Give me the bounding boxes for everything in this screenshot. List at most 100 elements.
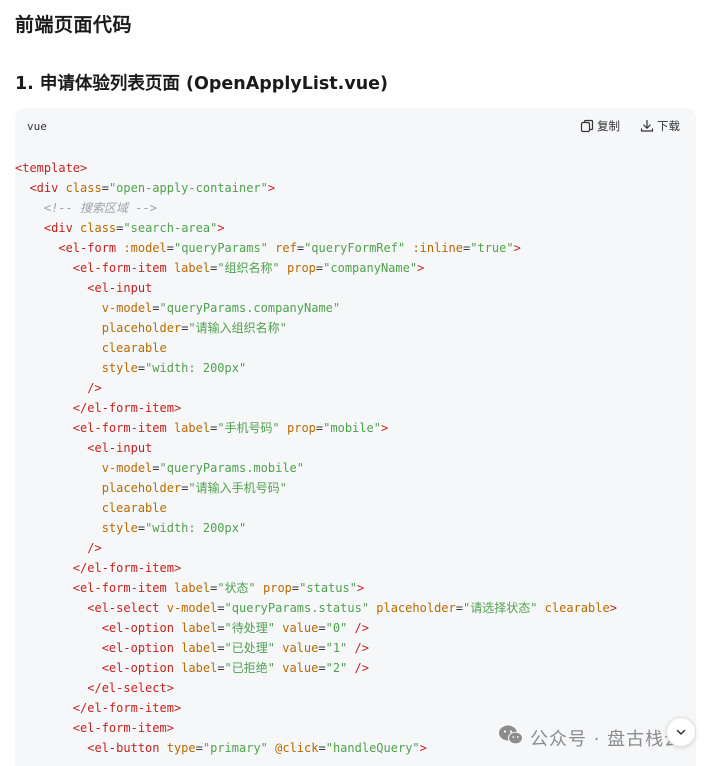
- code-token: clearable: [101, 501, 167, 515]
- code-token: :model: [123, 241, 167, 255]
- code-body: <template> <div class="open-apply-contai…: [15, 158, 696, 758]
- code-token: "0": [325, 621, 355, 635]
- code-token: label: [173, 581, 211, 595]
- code-token: =: [296, 241, 305, 255]
- code-token: class: [65, 181, 102, 195]
- code-token: =: [455, 601, 463, 615]
- code-token: <el-input: [87, 281, 153, 295]
- copy-label: 复制: [597, 119, 620, 133]
- code-token: label: [181, 621, 218, 635]
- code-token: <div: [43, 221, 81, 235]
- code-token: =: [137, 521, 146, 535]
- code-token: <div: [29, 181, 66, 195]
- code-line: />: [15, 538, 696, 558]
- code-token: placeholder: [376, 601, 456, 615]
- code-token: value: [282, 641, 319, 655]
- code-token: =: [217, 641, 225, 655]
- download-button[interactable]: 下载: [640, 118, 680, 134]
- code-token: "primary": [202, 741, 276, 755]
- code-token: =: [318, 661, 326, 675]
- code-token: />: [87, 541, 102, 555]
- code-token: />: [87, 381, 102, 395]
- code-line: <el-form :model="queryParams" ref="query…: [15, 238, 696, 258]
- chevron-down-icon: [675, 723, 687, 742]
- code-token: >: [356, 581, 365, 595]
- download-label: 下载: [657, 119, 680, 133]
- code-token: =: [101, 181, 109, 195]
- code-token: <el-form-item: [72, 421, 174, 435]
- wechat-icon: [498, 724, 524, 751]
- code-line: <el-input: [15, 438, 696, 458]
- code-token: "queryParams.companyName": [159, 301, 341, 315]
- code-language-label: vue: [27, 120, 47, 133]
- code-token: "open-apply-container": [108, 181, 268, 195]
- code-token: <el-form-item: [72, 581, 174, 595]
- code-token: style: [101, 521, 138, 535]
- code-token: label: [181, 661, 218, 675]
- code-token: value: [282, 661, 319, 675]
- code-token: clearable: [101, 341, 167, 355]
- code-token: "1": [325, 641, 355, 655]
- code-line: <div class="search-area">: [15, 218, 696, 238]
- code-token: "companyName": [323, 261, 418, 275]
- code-line: <el-input: [15, 278, 696, 298]
- code-token: <el-option: [101, 621, 182, 635]
- code-token: "组织名称": [217, 261, 287, 275]
- code-token: =: [152, 301, 160, 315]
- code-token: label: [173, 421, 211, 435]
- code-token: v-model: [101, 461, 153, 475]
- code-token: ref: [275, 241, 297, 255]
- code-token: "已处理": [224, 641, 283, 655]
- code-token: "2": [325, 661, 355, 675]
- code-token: =: [318, 621, 326, 635]
- code-line: </el-select>: [15, 678, 696, 698]
- watermark-text: 公众号 · 盘古栈云: [530, 728, 684, 750]
- code-line: <!-- 搜索区域 -->: [15, 198, 696, 218]
- code-line: <el-form-item label="状态" prop="status">: [15, 578, 696, 598]
- code-line: placeholder="请输入组织名称": [15, 318, 696, 338]
- code-line: <div class="open-apply-container">: [15, 178, 696, 198]
- code-token: =: [318, 641, 326, 655]
- code-token: <el-form-item: [72, 721, 167, 735]
- code-line: </el-form-item>: [15, 558, 696, 578]
- code-line: v-model="queryParams.companyName": [15, 298, 696, 318]
- code-token: =: [152, 461, 160, 475]
- code-token: "请输入组织名称": [188, 321, 287, 335]
- code-token: </el-form-item>: [72, 561, 182, 575]
- code-token: >: [609, 601, 617, 615]
- code-token: <el-option: [101, 641, 182, 655]
- scroll-down-button[interactable]: [666, 717, 696, 747]
- code-token: "queryFormRef": [304, 241, 413, 255]
- code-token: @click: [275, 741, 319, 755]
- code-block: vue 复制 下载 <template> <div class="open-ap: [15, 108, 696, 766]
- code-token: <el-select: [87, 601, 167, 615]
- code-token: "handleQuery": [325, 741, 420, 755]
- code-token: "queryParams": [173, 241, 276, 255]
- copy-button[interactable]: 复制: [580, 118, 620, 134]
- code-token: prop: [263, 581, 292, 595]
- code-token: type: [166, 741, 196, 755]
- code-line: <template>: [15, 158, 696, 178]
- copy-icon: [580, 119, 594, 133]
- code-token: >: [380, 421, 389, 435]
- code-token: >: [217, 221, 225, 235]
- code-token: "待处理": [224, 621, 283, 635]
- code-token: <el-form-item: [72, 261, 174, 275]
- code-token: >: [80, 161, 88, 175]
- code-token: </el-form-item>: [72, 701, 182, 715]
- code-token: =: [166, 241, 174, 255]
- code-token: "手机号码": [217, 421, 287, 435]
- code-token: style: [101, 361, 138, 375]
